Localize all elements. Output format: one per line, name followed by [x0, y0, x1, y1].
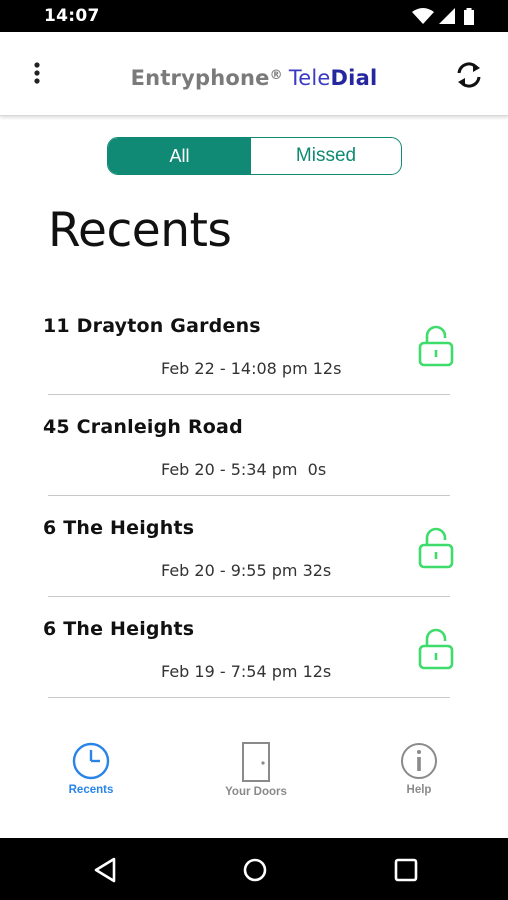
- nav-help-label: Help: [406, 784, 432, 796]
- back-icon[interactable]: [90, 855, 120, 885]
- status-bar: 14:07: [0, 0, 508, 32]
- call-list-item[interactable]: 11 Drayton Gardens Feb 22 - 14:08 pm 12s: [0, 300, 508, 401]
- call-address: 6 The Heights: [43, 618, 195, 640]
- door-icon: [242, 742, 270, 782]
- list-divider: [48, 696, 450, 698]
- recent-calls-list: 11 Drayton Gardens Feb 22 - 14:08 pm 12s…: [0, 300, 508, 704]
- nav-recents-label: Recents: [68, 784, 114, 796]
- nav-your-doors-label: Your Doors: [225, 786, 287, 798]
- filter-missed-tab[interactable]: Missed: [251, 138, 401, 174]
- call-time: Feb 22 - 14:08 pm 12s: [161, 359, 342, 378]
- unlock-icon: [418, 628, 454, 670]
- call-time: Feb 20 - 5:34 pm 0s: [161, 460, 327, 479]
- refresh-icon: [457, 62, 481, 88]
- call-filter-segmented-control: All Missed: [107, 137, 402, 175]
- call-address: 11 Drayton Gardens: [43, 315, 261, 337]
- list-divider: [48, 393, 450, 395]
- wifi-icon: [412, 8, 434, 24]
- app-title: Entryphone® TeleDial: [0, 66, 508, 90]
- nav-your-doors-tab[interactable]: Your Doors: [201, 741, 311, 798]
- refresh-button[interactable]: [452, 58, 486, 92]
- filter-all-tab[interactable]: All: [108, 138, 251, 174]
- nav-help-tab[interactable]: Help: [364, 741, 474, 796]
- unlock-icon: [418, 527, 454, 569]
- title-brand: Entryphone: [130, 66, 270, 90]
- call-address: 45 Cranleigh Road: [43, 416, 243, 438]
- info-icon: [401, 743, 437, 779]
- call-time: Feb 19 - 7:54 pm 12s: [161, 662, 332, 681]
- home-icon[interactable]: [240, 855, 270, 885]
- clock-icon: [72, 742, 110, 780]
- nav-recents-tab[interactable]: Recents: [36, 741, 146, 796]
- cellular-signal-icon: [439, 8, 455, 24]
- call-list-item[interactable]: 45 Cranleigh Road Feb 20 - 5:34 pm 0s: [0, 401, 508, 502]
- list-divider: [48, 595, 450, 597]
- registered-mark: ®: [269, 68, 283, 83]
- call-list-item[interactable]: 6 The Heights Feb 20 - 9:55 pm 32s: [0, 502, 508, 603]
- app-header: Entryphone® TeleDial: [0, 32, 508, 116]
- overview-icon[interactable]: [391, 855, 421, 885]
- bottom-navigation: Recents Your Doors Help: [0, 735, 508, 825]
- call-time: Feb 20 - 9:55 pm 32s: [161, 561, 332, 580]
- status-time: 14:07: [44, 6, 100, 26]
- call-address: 6 The Heights: [43, 517, 195, 539]
- title-tele: Tele: [288, 66, 331, 90]
- page-title: Recents: [48, 203, 232, 258]
- call-list-item[interactable]: 6 The Heights Feb 19 - 7:54 pm 12s: [0, 603, 508, 704]
- status-icons: [412, 7, 482, 25]
- unlock-icon: [418, 325, 454, 367]
- system-navigation-bar: [0, 838, 508, 900]
- battery-icon: [464, 8, 474, 25]
- list-divider: [48, 494, 450, 496]
- title-dial: Dial: [330, 66, 378, 90]
